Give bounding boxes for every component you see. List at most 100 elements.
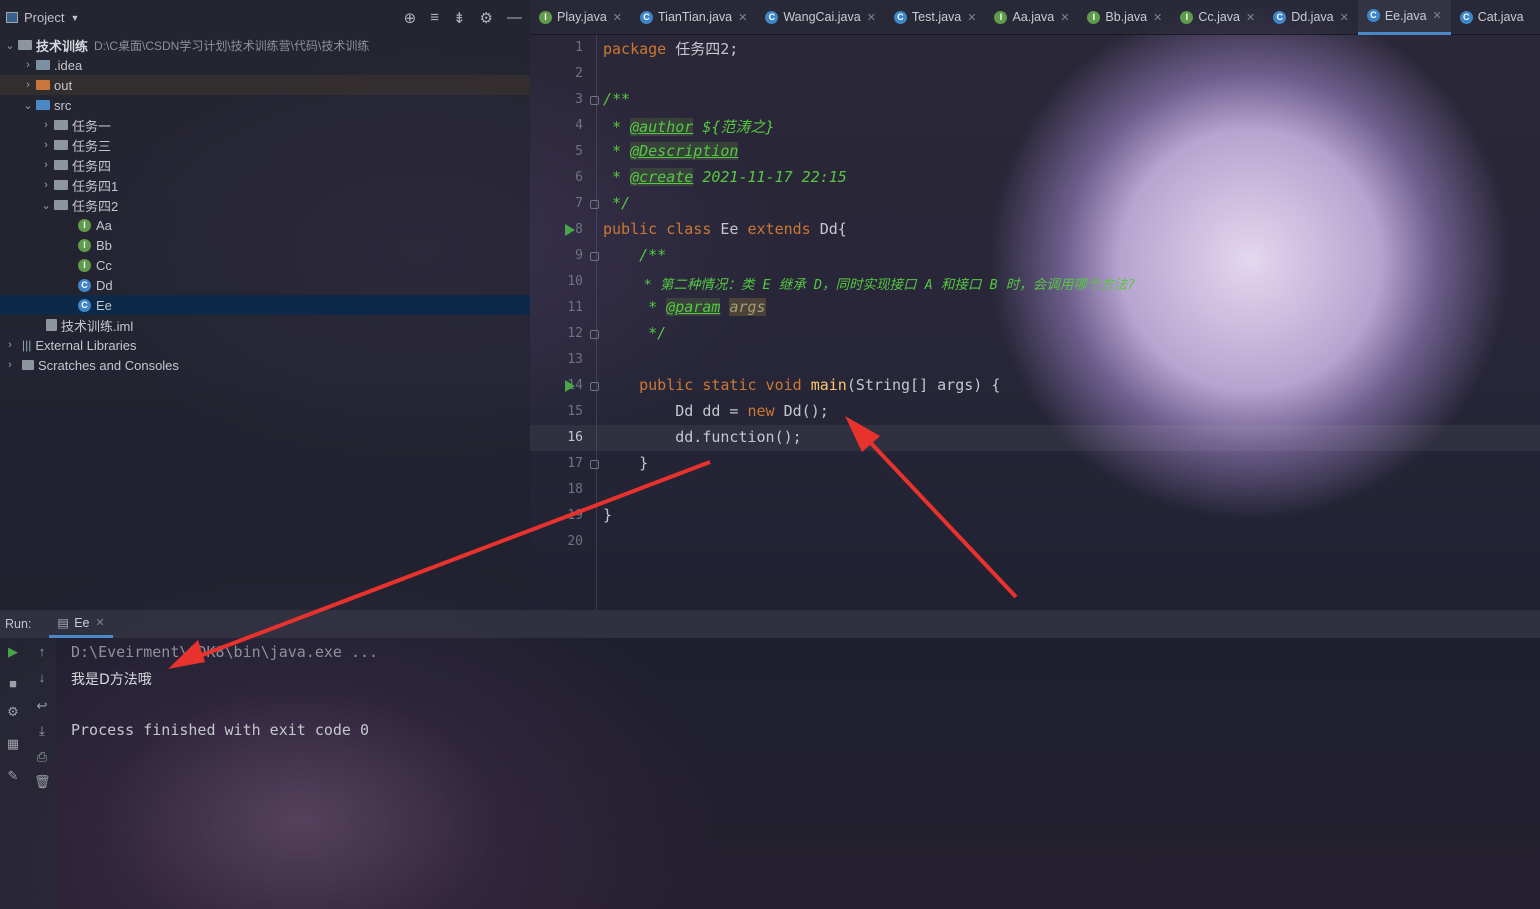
- tab-ee-active[interactable]: C Ee.java ✕: [1357, 0, 1451, 35]
- doc-text: *: [603, 168, 631, 186]
- fold-marker-icon[interactable]: [590, 252, 599, 261]
- chevron-right-icon[interactable]: ›: [40, 159, 52, 171]
- tree-item-class-selected[interactable]: C Ee: [0, 295, 530, 315]
- gear-icon[interactable]: ⚙: [480, 9, 493, 27]
- tab-label: Bb.java: [1105, 10, 1148, 24]
- keyword: new: [747, 402, 775, 420]
- code-text: 任务四2;: [666, 40, 739, 58]
- code-line-12: */: [603, 324, 667, 342]
- chevron-right-icon[interactable]: ›: [22, 79, 34, 91]
- tab-bb[interactable]: I Bb.java ✕: [1078, 0, 1171, 35]
- arrow-down-icon[interactable]: ↓: [34, 670, 50, 686]
- chevron-right-icon[interactable]: ›: [40, 119, 52, 131]
- code-line-15: Dd dd = new Dd();: [603, 402, 829, 420]
- chevron-down-icon[interactable]: ⌄: [22, 99, 34, 112]
- close-icon[interactable]: ✕: [967, 11, 976, 24]
- chevron-down-icon[interactable]: ⌄: [40, 199, 52, 212]
- chevron-right-icon[interactable]: ›: [40, 179, 52, 191]
- doc-text: 2021-11-17 22:15: [693, 168, 847, 186]
- tree-item-package[interactable]: › 任务四: [0, 155, 530, 175]
- close-icon[interactable]: ✕: [1060, 11, 1069, 24]
- chevron-down-icon[interactable]: ▼: [70, 13, 79, 23]
- tab-label: Test.java: [911, 10, 962, 24]
- tab-aa[interactable]: I Aa.java ✕: [985, 0, 1078, 35]
- trash-icon[interactable]: 🗑: [34, 774, 51, 790]
- tab-cc[interactable]: I Cc.java ✕: [1171, 0, 1264, 35]
- tab-cat[interactable]: C Cat.java: [1451, 0, 1533, 35]
- tree-item-idea[interactable]: › .idea: [0, 55, 530, 75]
- tree-root[interactable]: ⌄ 技术训练 D:\C桌面\CSDN学习计划\技术训练营\代码\技术训练: [0, 35, 530, 55]
- project-title[interactable]: Project: [24, 10, 64, 25]
- chevron-right-icon[interactable]: ›: [22, 59, 34, 71]
- tree-item-external-libraries[interactable]: › ||| External Libraries: [0, 335, 530, 355]
- class-icon: C: [765, 10, 779, 24]
- tree-item-label: Cc: [96, 257, 112, 273]
- tab-wangcai[interactable]: C WangCai.java ✕: [756, 0, 885, 35]
- tree-item-package[interactable]: › 任务三: [0, 135, 530, 155]
- tab-dd[interactable]: C Dd.java ✕: [1264, 0, 1358, 35]
- locate-icon[interactable]: ⊕: [404, 9, 417, 27]
- tree-item-src[interactable]: ⌄ src: [0, 95, 530, 115]
- rerun-icon[interactable]: ▶: [5, 644, 21, 660]
- soft-wrap-icon[interactable]: ↩: [34, 698, 50, 714]
- tree-item-package[interactable]: ⌄ 任务四2: [0, 195, 530, 215]
- close-icon[interactable]: ✕: [613, 11, 622, 24]
- expand-all-icon[interactable]: ≡: [430, 9, 439, 27]
- line-number: 19: [567, 508, 583, 523]
- pin-icon[interactable]: ✎: [5, 768, 21, 784]
- line-number: 17: [567, 456, 583, 471]
- close-icon[interactable]: ✕: [1340, 11, 1349, 24]
- chevron-right-icon[interactable]: ›: [40, 139, 52, 151]
- tree-item-scratches[interactable]: › Scratches and Consoles: [0, 355, 530, 375]
- tree-item-class[interactable]: I Aa: [0, 215, 530, 235]
- fold-marker-icon[interactable]: [590, 96, 599, 105]
- close-icon[interactable]: ✕: [1246, 11, 1255, 24]
- close-icon[interactable]: ✕: [738, 11, 747, 24]
- stop-icon[interactable]: ■: [5, 676, 21, 692]
- tree-item-package[interactable]: › 任务一: [0, 115, 530, 135]
- code-editor[interactable]: 1 2 3 4 5 6 7 8 9 10 11 12 13 14 15 16 1…: [530, 35, 1540, 610]
- code-line-14: public static void main(String[] args) {: [603, 376, 1000, 394]
- collapse-all-icon[interactable]: ⇟: [453, 9, 466, 27]
- chevron-down-icon[interactable]: ⌄: [4, 39, 16, 52]
- tree-item-iml[interactable]: 技术训练.iml: [0, 315, 530, 335]
- run-console[interactable]: ▶ ↑ ■ ↓ ⚙ ↩ ⤓ ▦ ⎙ ✎ 🗑 D:\Eveirment\JDK8\…: [0, 638, 1540, 909]
- doc-tag: @create: [630, 168, 694, 186]
- close-icon[interactable]: ✕: [96, 616, 105, 629]
- close-icon[interactable]: ✕: [1433, 9, 1442, 22]
- fold-marker-icon[interactable]: [590, 460, 599, 469]
- tree-item-class[interactable]: I Cc: [0, 255, 530, 275]
- arrow-up-icon[interactable]: ↑: [34, 644, 50, 660]
- tree-item-package[interactable]: › 任务四1: [0, 175, 530, 195]
- tree-item-class[interactable]: I Bb: [0, 235, 530, 255]
- print-icon[interactable]: ⎙: [34, 749, 50, 765]
- line-number: 2: [575, 66, 583, 81]
- code-line-19: }: [603, 506, 613, 524]
- chevron-right-icon[interactable]: ›: [4, 339, 16, 351]
- minimize-icon[interactable]: —: [507, 9, 522, 27]
- tree-item-label: Bb: [96, 237, 112, 253]
- close-icon[interactable]: ✕: [867, 11, 876, 24]
- folder-icon: [36, 80, 50, 90]
- scroll-to-end-icon[interactable]: ⤓: [34, 723, 50, 739]
- close-icon[interactable]: ✕: [1153, 11, 1162, 24]
- layout-icon[interactable]: ▦: [5, 736, 21, 752]
- class-icon: C: [1459, 10, 1473, 24]
- run-tab-ee[interactable]: ▤ Ee ✕: [49, 610, 113, 638]
- tree-item-class[interactable]: C Dd: [0, 275, 530, 295]
- settings-icon[interactable]: ⚙: [5, 704, 21, 720]
- tree-item-out[interactable]: › out: [0, 75, 530, 95]
- tab-play[interactable]: I Play.java ✕: [530, 0, 631, 35]
- chevron-right-icon[interactable]: ›: [4, 359, 16, 371]
- fold-marker-icon[interactable]: [590, 382, 599, 391]
- tree-item-label: src: [54, 97, 72, 113]
- run-gutter-icon[interactable]: [565, 380, 575, 392]
- line-number: 12: [567, 326, 583, 341]
- tab-tiantian[interactable]: C TianTian.java ✕: [631, 0, 756, 35]
- fold-marker-icon[interactable]: [590, 200, 599, 209]
- run-gutter-icon[interactable]: [565, 224, 575, 236]
- fold-marker-icon[interactable]: [590, 330, 599, 339]
- code-text: Ee: [711, 220, 748, 238]
- tab-test[interactable]: C Test.java ✕: [885, 0, 986, 35]
- tree-item-label: Dd: [96, 277, 113, 293]
